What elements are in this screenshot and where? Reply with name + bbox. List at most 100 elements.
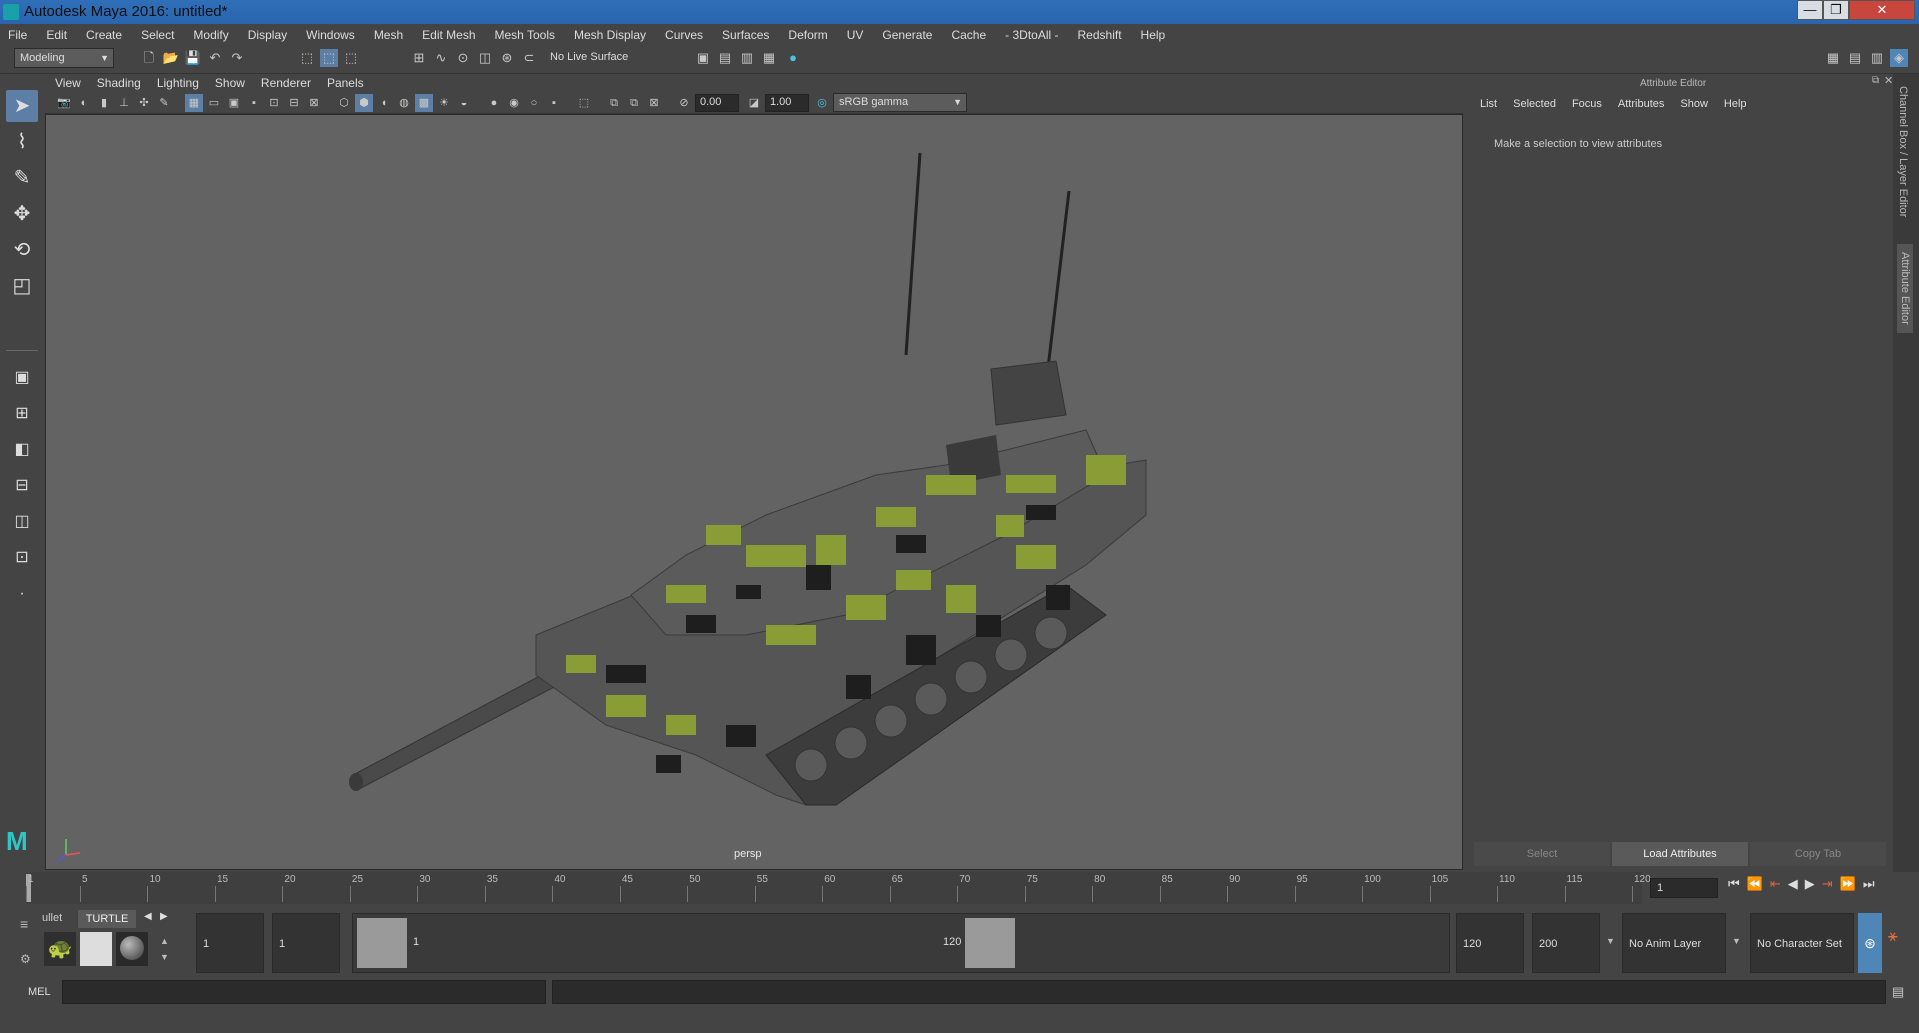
ae-menu-focus[interactable]: Focus xyxy=(1572,98,1602,110)
select-tool-icon[interactable]: ➤ xyxy=(6,90,38,122)
range-end-handle[interactable] xyxy=(965,918,1015,968)
motion-blur-icon[interactable]: ◉ xyxy=(505,94,523,112)
image-plane-icon[interactable]: ⊥ xyxy=(115,94,133,112)
exposure-field[interactable]: 0.00 xyxy=(695,94,739,112)
ae-select-button[interactable]: Select xyxy=(1474,842,1610,866)
depth-of-field-icon[interactable]: ▪ xyxy=(545,94,563,112)
menu-deform[interactable]: Deform xyxy=(788,28,827,42)
select-object-icon[interactable]: ⬚ xyxy=(320,49,338,67)
go-to-end-icon[interactable]: ⏭ xyxy=(1863,876,1875,892)
range-slider-track[interactable]: 1 120 xyxy=(352,913,1450,973)
animation-preferences-icon[interactable]: ⚹ xyxy=(1888,928,1898,946)
chevron-down-icon[interactable]: ▼ xyxy=(1732,936,1741,946)
gamma-icon[interactable]: ◪ xyxy=(745,94,763,112)
chevron-down-icon[interactable]: ▼ xyxy=(1606,936,1615,946)
render-frame-icon[interactable]: ▤ xyxy=(716,49,734,67)
workspace-icon[interactable]: ▦ xyxy=(1824,49,1842,67)
persp-graph-layout-icon[interactable]: ⊟ xyxy=(6,470,38,502)
minimize-button[interactable]: — xyxy=(1797,0,1823,20)
panel-menu-panels[interactable]: Panels xyxy=(327,76,364,90)
grease-pencil-icon[interactable]: ✎ xyxy=(155,94,173,112)
film-gate-icon[interactable]: ▭ xyxy=(205,94,223,112)
field-chart-icon[interactable]: ⊡ xyxy=(265,94,283,112)
lasso-tool-icon[interactable]: ⌇ xyxy=(6,126,38,158)
shelf-tab-turtle[interactable]: TURTLE xyxy=(78,910,136,928)
step-back-frame-icon[interactable]: ⏪ xyxy=(1747,876,1763,892)
menu-mesh-display[interactable]: Mesh Display xyxy=(574,28,646,42)
ae-copy-tab-button[interactable]: Copy Tab xyxy=(1750,842,1886,866)
isolate-select-icon[interactable]: ⬚ xyxy=(575,94,593,112)
use-all-lights-icon[interactable]: ☀ xyxy=(435,94,453,112)
menu-display[interactable]: Display xyxy=(248,28,287,42)
ae-load-attributes-button[interactable]: Load Attributes xyxy=(1612,842,1748,866)
menu-mesh[interactable]: Mesh xyxy=(374,28,403,42)
snap-curve-icon[interactable]: ∿ xyxy=(432,49,450,67)
play-backward-icon[interactable]: ◀ xyxy=(1788,876,1798,892)
snap-live-icon[interactable]: ⊛ xyxy=(498,49,516,67)
toggle-channel-box-icon[interactable]: ◈ xyxy=(1890,49,1908,67)
xray-components-icon[interactable]: ⊠ xyxy=(645,94,663,112)
color-management-icon[interactable]: ◎ xyxy=(813,94,831,112)
menu-uv[interactable]: UV xyxy=(847,28,864,42)
panel-menu-shading[interactable]: Shading xyxy=(97,76,141,90)
snap-view-plane-icon[interactable]: ◫ xyxy=(476,49,494,67)
ipr-render-icon[interactable]: ▥ xyxy=(738,49,756,67)
single-perspective-layout-icon[interactable]: ▣ xyxy=(6,362,38,394)
perspective-viewport[interactable]: persp xyxy=(45,114,1463,870)
menu-curves[interactable]: Curves xyxy=(665,28,703,42)
safe-action-icon[interactable]: ⊟ xyxy=(285,94,303,112)
turtle-render-icon[interactable]: 🐢 xyxy=(44,932,76,966)
default-material-icon[interactable]: ◖ xyxy=(375,94,393,112)
select-camera-icon[interactable]: 📷 xyxy=(55,94,73,112)
gate-mask-icon[interactable]: ▪ xyxy=(245,94,263,112)
move-tool-icon[interactable]: ✥ xyxy=(6,198,38,230)
new-scene-icon[interactable]: 🗋 xyxy=(140,49,158,67)
textured-icon[interactable]: ▩ xyxy=(415,94,433,112)
range-start-handle[interactable] xyxy=(357,918,407,968)
step-forward-key-icon[interactable]: ⇥ xyxy=(1822,876,1833,892)
hypershade-icon[interactable]: ● xyxy=(784,49,802,67)
mode-dropdown[interactable]: Modeling ▼ xyxy=(14,48,114,68)
anti-aliasing-icon[interactable]: ○ xyxy=(525,94,543,112)
grid-icon[interactable]: ▦ xyxy=(185,94,203,112)
camera-attributes-icon[interactable]: ◐ xyxy=(75,94,93,112)
channel-box-tab[interactable]: Channel Box / Layer Editor xyxy=(1897,86,1909,217)
float-panel-icon[interactable]: ⧉ xyxy=(1872,75,1879,86)
character-set-dropdown[interactable]: No Character Set xyxy=(1750,913,1854,973)
turtle-baking-icon[interactable] xyxy=(80,932,112,966)
screen-space-ao-icon[interactable]: ● xyxy=(485,94,503,112)
menu-edit-mesh[interactable]: Edit Mesh xyxy=(422,28,475,42)
playback-start-field[interactable]: 1 xyxy=(272,913,340,973)
current-frame-field[interactable]: 1 xyxy=(1650,878,1718,898)
panel-menu-show[interactable]: Show xyxy=(215,76,245,90)
close-panel-icon[interactable]: ✕ xyxy=(1884,74,1893,87)
turtle-sphere-icon[interactable] xyxy=(116,932,148,966)
hypershade-persp-layout-icon[interactable]: ⊡ xyxy=(6,542,38,574)
ae-menu-selected[interactable]: Selected xyxy=(1513,98,1556,110)
wireframe-on-shaded-icon[interactable]: ◍ xyxy=(395,94,413,112)
select-component-icon[interactable]: ⬚ xyxy=(342,49,360,67)
script-editor-icon[interactable]: ▤ xyxy=(1892,984,1904,1000)
end-time-field[interactable]: 200 xyxy=(1532,913,1600,973)
select-hierarchy-icon[interactable]: ⬚ xyxy=(298,49,316,67)
smooth-shade-icon[interactable]: ⬢ xyxy=(355,94,373,112)
menu-mesh-tools[interactable]: Mesh Tools xyxy=(495,28,555,42)
save-scene-icon[interactable]: 💾 xyxy=(184,49,202,67)
close-button[interactable]: ✕ xyxy=(1849,0,1915,20)
ae-menu-attributes[interactable]: Attributes xyxy=(1618,98,1664,110)
attribute-editor-tab[interactable]: Attribute Editor xyxy=(1897,244,1913,333)
shelf-scroll-left-icon[interactable]: ◀ xyxy=(144,911,152,922)
command-language-label[interactable]: MEL xyxy=(28,986,51,998)
render-view-icon[interactable]: ▣ xyxy=(694,49,712,67)
menu-modify[interactable]: Modify xyxy=(193,28,228,42)
menu-edit[interactable]: Edit xyxy=(46,28,67,42)
anim-layer-dropdown[interactable]: No Anim Layer xyxy=(1622,913,1726,973)
step-forward-frame-icon[interactable]: ⏩ xyxy=(1840,876,1856,892)
shelf-scroll-right-icon[interactable]: ▶ xyxy=(160,911,168,922)
go-to-start-icon[interactable]: ⏮ xyxy=(1728,876,1740,892)
menu-help[interactable]: Help xyxy=(1141,28,1166,42)
ae-menu-show[interactable]: Show xyxy=(1680,98,1708,110)
menu-select[interactable]: Select xyxy=(141,28,174,42)
safe-title-icon[interactable]: ⊠ xyxy=(305,94,323,112)
live-surface-label[interactable]: No Live Surface xyxy=(550,51,628,63)
